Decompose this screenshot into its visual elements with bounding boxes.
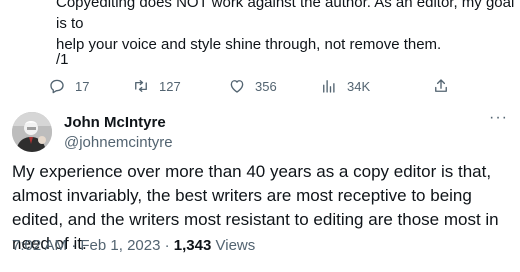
author-handle[interactable]: @johnemcintyre [64,133,173,152]
tweet-action-bar: 17 127 356 34K [48,72,508,100]
like-count: 356 [255,78,277,94]
views-button[interactable]: 34K [320,72,370,100]
tweet-views-count: 1,343 [173,237,212,254]
like-icon [228,77,246,95]
previous-tweet-line-2: help your voice and style shine through,… [56,36,442,53]
meta-separator: · [71,237,77,254]
more-options-icon[interactable]: ··· [489,110,508,126]
reply-count: 17 [75,78,90,94]
reply-icon [48,77,66,95]
avatar[interactable] [12,112,52,152]
share-icon [432,77,450,95]
views-count: 34K [347,78,371,94]
previous-tweet-text: Copyediting does NOT work against the au… [56,0,516,55]
meta-separator-2: · [164,237,170,254]
tweet-date[interactable]: Feb 1, 2023 [80,237,160,254]
retweet-button[interactable]: 127 [132,72,181,100]
tweet-time[interactable]: 7:02 AM [12,237,67,254]
tweet-meta: 7:02 AM · Feb 1, 2023 · 1,343 Views [12,236,255,256]
tweet-views-label: Views [215,237,256,254]
views-icon [320,77,338,95]
thread-marker: /1 [56,51,69,68]
retweet-icon [132,77,150,95]
previous-tweet-line-1: Copyediting does NOT work against the au… [56,0,515,32]
like-button[interactable]: 356 [228,72,277,100]
reply-button[interactable]: 17 [48,72,89,100]
retweet-count: 127 [159,78,181,94]
share-button[interactable] [432,72,450,100]
author-name[interactable]: John McIntyre [64,113,166,132]
